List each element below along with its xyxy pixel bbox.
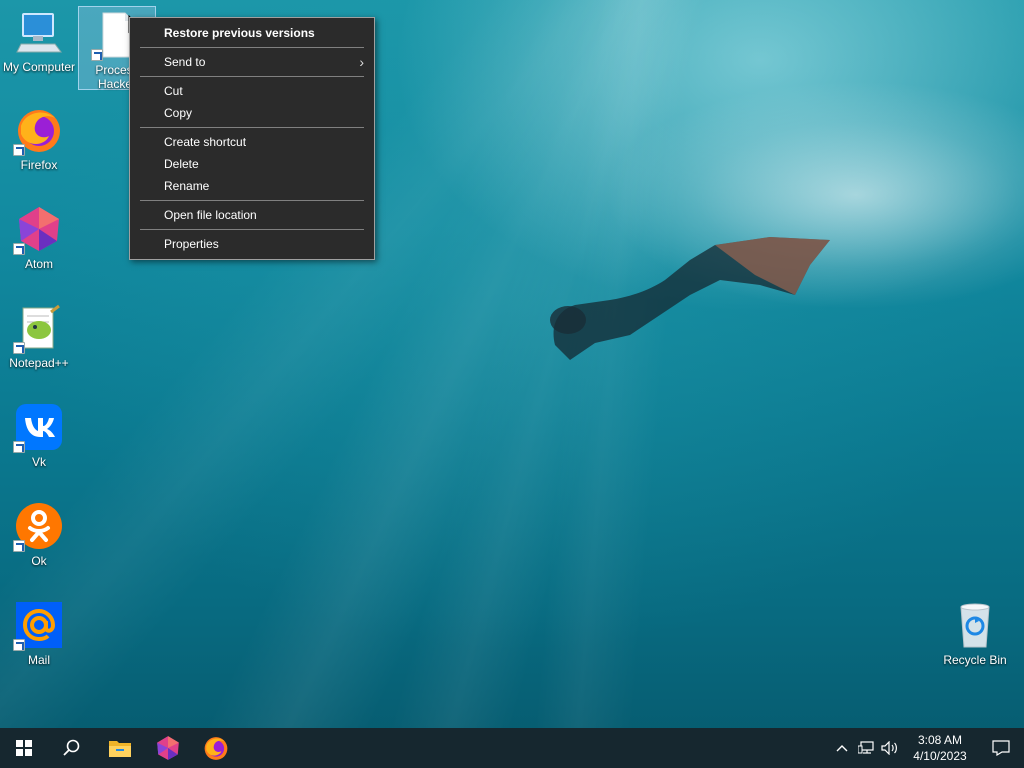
menu-item-label: Copy bbox=[164, 106, 193, 120]
taskbar-atom[interactable] bbox=[144, 728, 192, 768]
menu-separator bbox=[140, 127, 364, 128]
desktop-icon-label: Notepad++ bbox=[9, 356, 69, 370]
volume-icon bbox=[881, 741, 897, 755]
desktop-icon-label: Mail bbox=[27, 653, 50, 667]
menu-item-label: Properties bbox=[164, 237, 219, 251]
menu-item-label: Cut bbox=[164, 84, 183, 98]
start-button[interactable] bbox=[0, 728, 48, 768]
menu-separator bbox=[140, 229, 364, 230]
context-menu: Restore previous versions Send to › Cut … bbox=[129, 17, 375, 260]
shortcut-arrow-icon bbox=[13, 243, 25, 255]
recycle-bin-icon bbox=[951, 601, 999, 649]
shortcut-arrow-icon bbox=[13, 639, 25, 651]
atom-icon bbox=[157, 736, 179, 760]
wallpaper-diver bbox=[550, 237, 830, 360]
menu-item-label: Open file location bbox=[164, 208, 257, 222]
menu-item-label: Restore previous versions bbox=[164, 26, 315, 40]
desktop-icon-mail[interactable]: Mail bbox=[0, 601, 78, 667]
odnoklassniki-icon bbox=[13, 502, 63, 552]
desktop-icon-recycle-bin[interactable]: Recycle Bin bbox=[936, 601, 1014, 667]
menu-item-create-shortcut[interactable]: Create shortcut bbox=[130, 131, 374, 153]
desktop-icon-label: Atom bbox=[24, 257, 53, 271]
show-hidden-icons-button[interactable] bbox=[830, 728, 854, 768]
menu-item-copy[interactable]: Copy bbox=[130, 102, 374, 124]
clock-time: 3:08 AM bbox=[917, 733, 963, 747]
menu-item-properties[interactable]: Properties bbox=[130, 233, 374, 255]
vk-icon bbox=[13, 403, 63, 453]
computer-icon bbox=[15, 8, 63, 56]
shortcut-arrow-icon bbox=[91, 49, 103, 61]
desktop-icon-label: Recycle Bin bbox=[943, 653, 1007, 667]
shortcut-arrow-icon bbox=[13, 342, 25, 354]
file-explorer-icon bbox=[109, 741, 131, 757]
desktop-icon-atom[interactable]: Atom bbox=[0, 205, 78, 271]
shortcut-arrow-icon bbox=[13, 540, 25, 552]
desktop-icon-notepad-plus-plus[interactable]: Notepad++ bbox=[0, 304, 78, 370]
menu-separator bbox=[140, 47, 364, 48]
mail-at-icon bbox=[13, 601, 63, 651]
firefox-icon bbox=[204, 737, 228, 760]
taskbar-file-explorer[interactable] bbox=[96, 728, 144, 768]
desktop-icon-my-computer[interactable]: My Computer bbox=[0, 8, 78, 74]
desktop-icon-vk[interactable]: Vk bbox=[0, 403, 78, 469]
chevron-up-icon bbox=[836, 745, 848, 752]
desktop-icon-firefox[interactable]: Firefox bbox=[0, 106, 78, 172]
menu-item-send-to[interactable]: Send to › bbox=[130, 51, 374, 73]
windows-start-icon bbox=[16, 740, 32, 756]
search-button[interactable] bbox=[48, 728, 96, 768]
atom-icon bbox=[13, 205, 63, 255]
system-tray: 3:08 AM 4/10/2023 bbox=[830, 728, 1024, 768]
network-icon bbox=[858, 741, 874, 754]
menu-item-open-file-location[interactable]: Open file location bbox=[130, 204, 374, 226]
desktop-icon-label: Ok bbox=[31, 554, 47, 568]
shortcut-arrow-icon bbox=[13, 144, 25, 156]
desktop-icon-label: Vk bbox=[31, 455, 46, 469]
menu-item-rename[interactable]: Rename bbox=[130, 175, 374, 197]
notification-icon bbox=[992, 740, 1010, 756]
menu-item-label: Create shortcut bbox=[164, 135, 247, 149]
menu-item-label: Delete bbox=[164, 157, 199, 171]
firefox-icon bbox=[13, 106, 63, 156]
menu-item-restore-previous-versions[interactable]: Restore previous versions bbox=[130, 22, 374, 44]
menu-item-label: Send to bbox=[164, 55, 206, 69]
menu-separator bbox=[140, 200, 364, 201]
volume-button[interactable] bbox=[878, 728, 902, 768]
menu-item-delete[interactable]: Delete bbox=[130, 153, 374, 175]
action-center-button[interactable] bbox=[978, 728, 1024, 768]
taskbar-clock[interactable]: 3:08 AM 4/10/2023 bbox=[908, 732, 972, 764]
desktop-icon-label: Firefox bbox=[20, 158, 58, 172]
chevron-right-icon: › bbox=[359, 54, 364, 70]
search-icon bbox=[63, 739, 80, 756]
notepad-plus-plus-icon bbox=[13, 304, 63, 354]
menu-item-label: Rename bbox=[164, 179, 210, 193]
taskbar-firefox[interactable] bbox=[192, 728, 240, 768]
menu-separator bbox=[140, 76, 364, 77]
desktop-icon-ok[interactable]: Ok bbox=[0, 502, 78, 568]
taskbar: 3:08 AM 4/10/2023 bbox=[0, 728, 1024, 768]
network-button[interactable] bbox=[854, 728, 878, 768]
shortcut-arrow-icon bbox=[13, 441, 25, 453]
desktop-icon-label: My Computer bbox=[2, 60, 76, 74]
menu-item-cut[interactable]: Cut bbox=[130, 80, 374, 102]
clock-date: 4/10/2023 bbox=[913, 749, 967, 763]
